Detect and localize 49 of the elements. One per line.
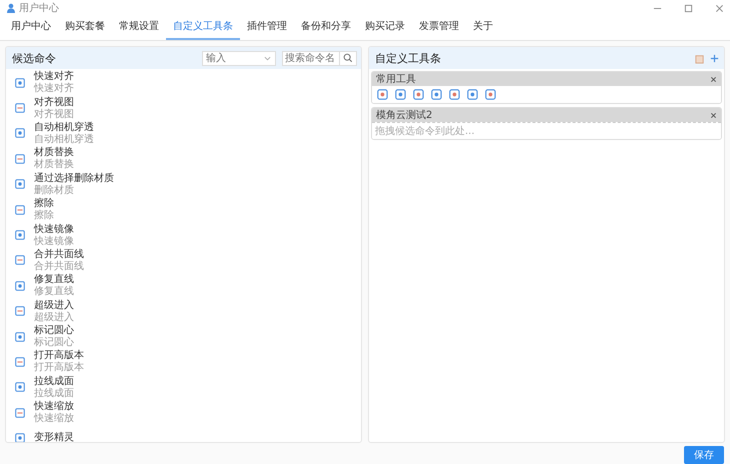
command-item[interactable]: 标记圆心 标记圆心 [6, 324, 361, 350]
close-icon[interactable] [715, 4, 724, 12]
tool-icon[interactable] [376, 88, 389, 101]
window-title: 用户中心 [19, 2, 59, 15]
tool-icon[interactable] [448, 88, 461, 101]
command-item[interactable]: 变形精灵 [6, 425, 361, 442]
tab[interactable]: 发票管理 [412, 16, 466, 40]
tab[interactable]: 插件管理 [240, 16, 294, 40]
tool-icon[interactable] [430, 88, 443, 101]
search-button[interactable] [340, 50, 357, 66]
tool-icon[interactable] [466, 88, 479, 101]
user-icon [6, 3, 16, 13]
filter-dropdown[interactable]: 输入 [202, 50, 276, 66]
command-item[interactable]: 超级进入 超级进入 [6, 298, 361, 324]
command-item[interactable]: 擦除 擦除 [6, 196, 361, 222]
tab[interactable]: 自定义工具条 [166, 16, 240, 40]
search-icon [343, 53, 353, 63]
chevron-icon [264, 56, 271, 60]
command-item[interactable]: 快速对齐 快速对齐 [6, 70, 361, 96]
command-item[interactable]: 拉线成面 拉线成面 [6, 374, 361, 400]
close-icon[interactable] [710, 76, 717, 82]
command-item[interactable]: 打开高版本 打开高版本 [6, 349, 361, 375]
save-button[interactable]: 保存 [684, 446, 724, 464]
tab[interactable]: 购买套餐 [58, 16, 112, 40]
panel-title: 候选命令 [12, 50, 56, 66]
command-item[interactable]: 快速缩放 快速缩放 [6, 400, 361, 426]
panel-title: 自定义工具条 [375, 50, 441, 66]
tool-icon[interactable] [394, 88, 407, 101]
search-field[interactable]: 搜索命令名 [282, 50, 340, 66]
toolbar-name: 常用工具 [376, 72, 416, 86]
tool-icon[interactable] [412, 88, 425, 101]
tool-icon[interactable] [484, 88, 497, 101]
drop-hint: 拖拽候选命令到此处... [375, 126, 475, 137]
close-icon[interactable] [710, 112, 717, 118]
command-item[interactable]: 快速镜像 快速镜像 [6, 222, 361, 248]
toolbar-name: 模角云测试2 [376, 108, 432, 122]
tab[interactable]: 用户中心 [4, 16, 58, 40]
command-item[interactable]: 对齐视图 对齐视图 [6, 95, 361, 121]
tab[interactable]: 购买记录 [358, 16, 412, 40]
command-item[interactable]: 通过选择删除材质 删除材质 [6, 172, 361, 197]
tab[interactable]: 备份和分享 [294, 16, 358, 40]
plus-icon[interactable] [709, 52, 720, 64]
command-item[interactable]: 修复直线 修复直线 [6, 273, 361, 299]
command-item[interactable]: 自动相机穿透 自动相机穿透 [6, 120, 361, 146]
command-item[interactable]: 材质替换 材质替换 [6, 146, 361, 172]
tab[interactable]: 关于 [466, 16, 500, 40]
command-item[interactable]: 合并共面线 合并共面线 [6, 248, 361, 274]
tab[interactable]: 常规设置 [112, 16, 166, 40]
maximize-icon[interactable] [684, 4, 693, 12]
